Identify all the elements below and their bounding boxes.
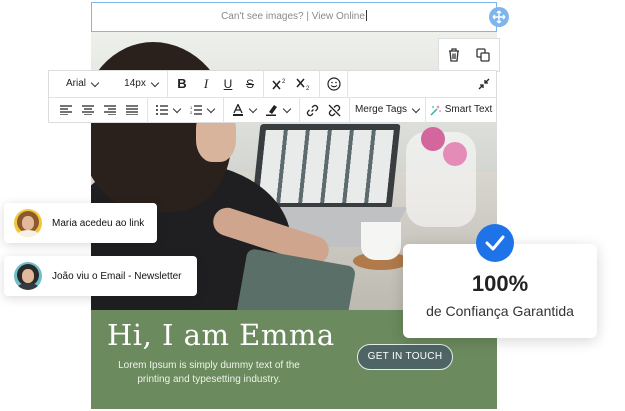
text-cursor (365, 10, 367, 21)
notification-text: Maria acedeu ao link (52, 217, 145, 229)
preheader-text[interactable]: Can't see images? | View Online (221, 11, 365, 22)
move-handle-icon[interactable] (489, 7, 509, 27)
toolbar-row-1: Arial 14px B I U S 2 2 (49, 71, 496, 98)
underline-icon[interactable]: U (217, 71, 239, 97)
block-actions (438, 38, 500, 72)
align-center-icon[interactable] (77, 97, 99, 123)
photo-mug (361, 222, 401, 260)
magic-wand-icon (430, 104, 441, 116)
strikethrough-icon[interactable]: S (239, 71, 261, 97)
intro-body-text[interactable]: Lorem Ipsum is simply dummy text of the … (109, 359, 309, 387)
hero-title[interactable]: Hi, I am Emma (107, 318, 335, 352)
chevron-down-icon (172, 104, 182, 113)
italic-icon[interactable]: I (195, 71, 217, 97)
chevron-down-icon (282, 104, 292, 113)
photo-flower (421, 127, 445, 151)
link-icon[interactable] (301, 97, 323, 123)
chevron-down-icon (248, 104, 258, 113)
align-justify-icon[interactable] (121, 97, 143, 123)
trust-label: de Confiança Garantida (426, 303, 574, 319)
merge-tags-dropdown[interactable]: Merge Tags (351, 97, 423, 123)
bullet-list-icon[interactable] (151, 97, 185, 123)
bold-label: B (177, 76, 187, 91)
photo-flower (443, 142, 467, 166)
photo-laptop-screen (251, 124, 401, 209)
font-family-select[interactable]: Arial (59, 71, 105, 97)
merge-tags-label: Merge Tags (354, 104, 408, 115)
trust-percentage: 100% (471, 271, 529, 296)
svg-text:2: 2 (190, 110, 193, 115)
font-size-value: 14px (124, 78, 146, 89)
smart-text-label: Smart Text (444, 104, 493, 115)
smart-text-button[interactable]: Smart Text (427, 97, 495, 123)
svg-text:2: 2 (282, 79, 286, 85)
svg-text:2: 2 (306, 86, 310, 91)
unlink-icon[interactable] (323, 97, 345, 123)
chevron-down-icon (206, 104, 216, 113)
font-size-select[interactable]: 14px (115, 71, 167, 97)
align-left-icon[interactable] (55, 97, 77, 123)
preheader-text-block[interactable]: Can't see images? | View Online (91, 2, 497, 32)
chevron-down-icon (411, 104, 421, 113)
superscript-icon[interactable]: 2 (269, 71, 291, 97)
underline-label: U (223, 77, 233, 91)
notification-text: João viu o Email - Newsletter (52, 270, 182, 282)
notification-card-maria: Maria acedeu ao link (4, 203, 157, 243)
text-format-toolbar: Arial 14px B I U S 2 2 1 2 Merge Tags Sm… (48, 70, 497, 123)
bold-icon[interactable]: B (171, 71, 193, 97)
font-family-value: Arial (65, 78, 86, 89)
notification-card-joao: João viu o Email - Newsletter (4, 256, 197, 296)
avatar (14, 209, 42, 237)
chevron-down-icon (150, 78, 160, 87)
emoji-icon[interactable] (323, 71, 345, 97)
numbered-list-icon[interactable]: 12 (185, 97, 219, 123)
align-right-icon[interactable] (99, 97, 121, 123)
duplicate-icon[interactable] (475, 47, 491, 63)
italic-label: I (203, 76, 209, 91)
checkmark-icon (476, 224, 514, 262)
highlight-icon[interactable] (261, 97, 295, 123)
get-in-touch-button[interactable]: GET IN TOUCH (357, 344, 453, 370)
avatar (14, 262, 42, 290)
subscript-icon[interactable]: 2 (293, 71, 315, 97)
text-color-icon[interactable] (227, 97, 261, 123)
toolbar-row-2: 12 Merge Tags Smart Text (49, 97, 496, 123)
delete-icon[interactable] (447, 47, 463, 63)
collapse-icon[interactable] (473, 71, 495, 97)
strike-label: S (245, 77, 254, 91)
chevron-down-icon (90, 78, 100, 87)
